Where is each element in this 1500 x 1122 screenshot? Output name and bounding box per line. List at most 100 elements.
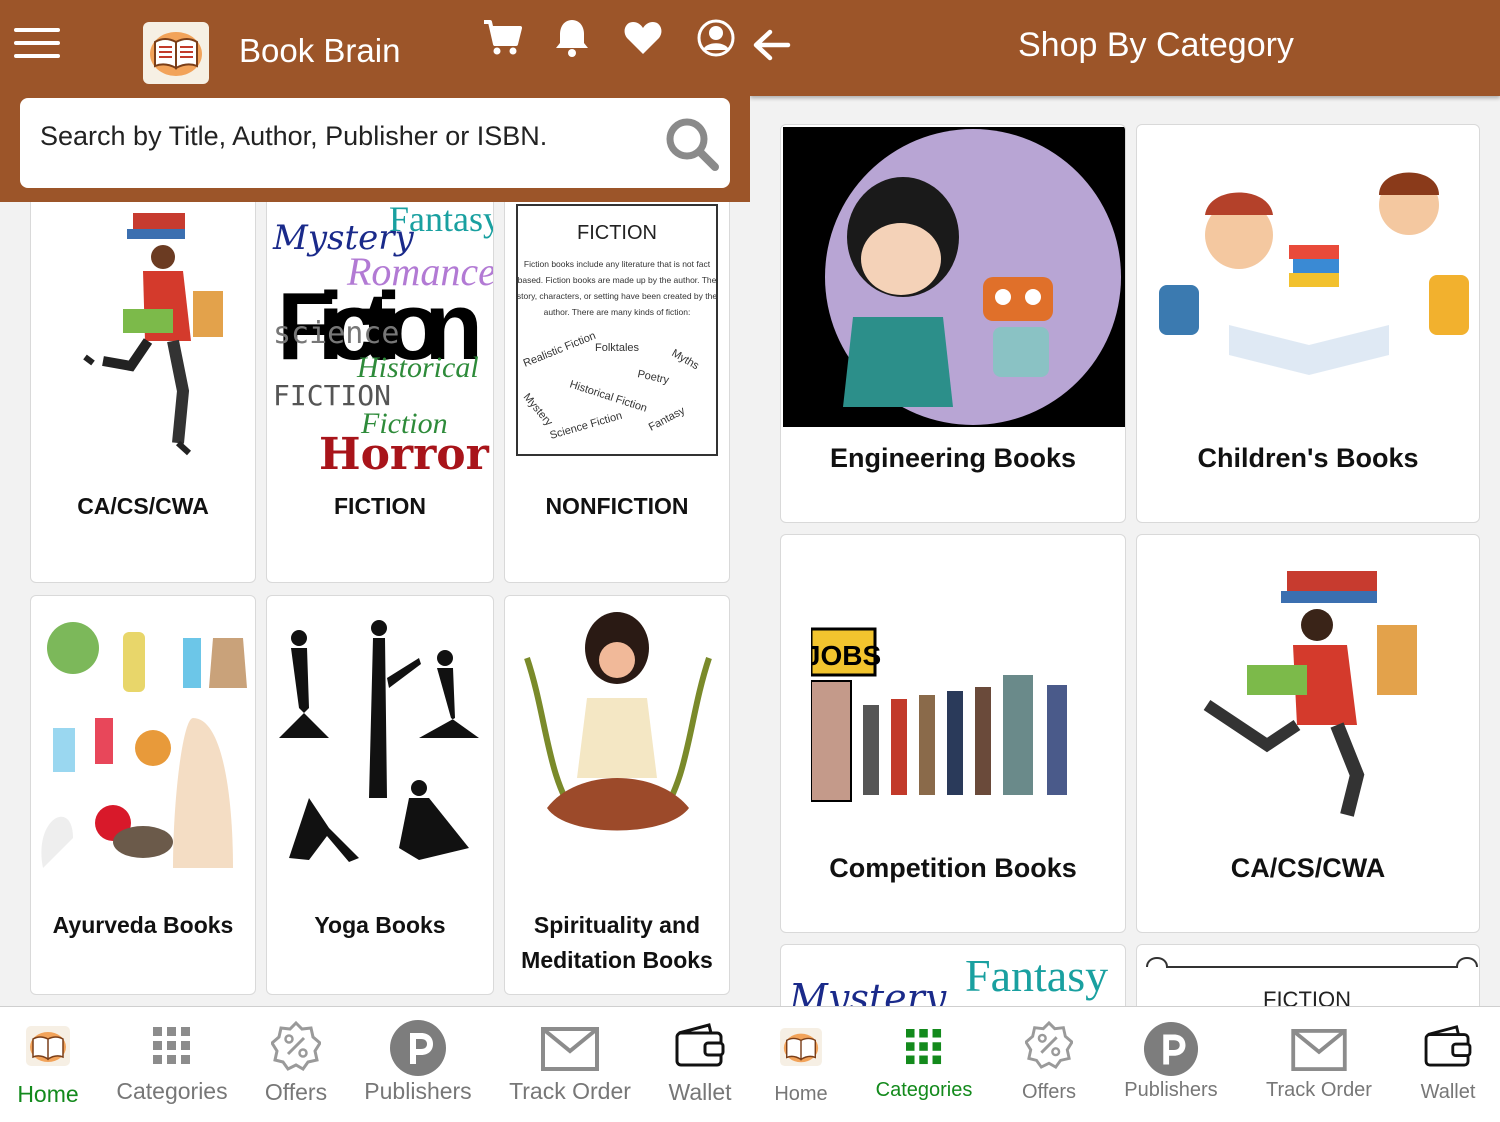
envelope-icon <box>1291 1029 1347 1071</box>
nav-label-track-order: Track Order <box>1266 1079 1372 1101</box>
category-card-ayurveda-books[interactable]: Ayurveda Books <box>30 595 256 995</box>
menu-icon[interactable] <box>14 28 60 62</box>
nonfiction-scroll-image: FICTION Fiction books include any litera… <box>516 204 718 456</box>
category-card-nonfiction-partial[interactable]: FICTION <box>1136 944 1480 1006</box>
grid-icon <box>153 1027 190 1064</box>
category-card-nonfiction[interactable]: FICTION Fiction books include any litera… <box>504 188 730 583</box>
category-card-spirituality-meditation-books[interactable]: Spirituality and Meditation Books <box>504 595 730 995</box>
nonfiction-art-kind-2: Folktales <box>595 342 640 354</box>
p-circle-icon <box>1143 1021 1199 1077</box>
ca-cs-cwa-illustration <box>83 213 223 456</box>
percent-badge-icon <box>271 1021 321 1071</box>
nav-publishers[interactable]: Publishers <box>1124 1007 1218 1122</box>
fiction-word-science: science <box>273 316 399 351</box>
nav-home[interactable]: Home <box>761 1007 841 1122</box>
nav-wallet[interactable]: Wallet <box>660 1007 740 1122</box>
category-card-yoga-books[interactable]: Yoga Books <box>266 595 494 995</box>
nav-label-home: Home <box>17 1081 79 1107</box>
nav-categories[interactable]: Categories <box>876 1007 972 1122</box>
category-label: Engineering Books <box>829 443 1077 473</box>
category-header: Shop By Category <box>750 0 1500 96</box>
nav-label-publishers: Publishers <box>364 1078 472 1104</box>
app-logo[interactable] <box>143 22 209 84</box>
engineering-illustration <box>783 127 1125 427</box>
envelope-icon <box>541 1027 599 1071</box>
nav-label-categories: Categories <box>875 1079 973 1101</box>
nav-track-order[interactable]: Track Order <box>509 1007 631 1122</box>
category-label: Ayurveda Books <box>52 912 234 938</box>
nav-label-categories: Categories <box>116 1078 228 1104</box>
nonfiction-art-body-3: story, characters, or setting have been … <box>517 291 717 301</box>
category-label: NONFICTION <box>545 493 689 519</box>
category-label: Yoga Books <box>314 912 446 938</box>
nav-track-order[interactable]: Track Order <box>1266 1007 1372 1122</box>
nav-offers[interactable]: Offers <box>256 1007 336 1122</box>
bottom-nav-left: Home Categories Offers Publishers Track … <box>0 1006 750 1122</box>
nonfiction-art-body-1: Fiction books include any literature tha… <box>524 259 711 269</box>
nonfiction-art-title: FICTION <box>577 222 657 244</box>
nonfiction-art-body-4: author. There are many kinds of fiction: <box>544 307 691 317</box>
fiction-partial-word-mystery: Mystery <box>788 976 947 1006</box>
jobs-sign: JOBS <box>811 640 881 671</box>
nonfiction-scroll-partial: FICTION <box>1146 957 1478 1006</box>
nav-wallet[interactable]: Wallet <box>1408 1007 1488 1122</box>
childrens-illustration <box>1159 172 1469 375</box>
category-label: Spirituality and <box>533 912 701 938</box>
nav-offers[interactable]: Offers <box>1009 1007 1089 1122</box>
app-header: Book Brain <box>0 0 750 202</box>
category-card-childrens-books[interactable]: Children's Books <box>1136 124 1480 523</box>
grid-icon <box>906 1029 942 1065</box>
category-label: Competition Books <box>829 853 1077 883</box>
cart-icon[interactable] <box>480 16 524 60</box>
category-card-engineering-books[interactable]: Engineering Books <box>780 124 1126 523</box>
back-arrow-icon[interactable] <box>750 22 794 68</box>
category-card-competition-books[interactable]: JOBS Competition Books <box>780 534 1126 933</box>
category-label: CA/CS/CWA <box>77 493 209 519</box>
yoga-poses-illustration <box>279 620 479 862</box>
search-box <box>20 98 730 188</box>
fiction-word-fantasy: Fantasy <box>389 199 493 239</box>
percent-badge-icon <box>1025 1021 1073 1069</box>
category-label: CA/CS/CWA <box>1230 853 1386 883</box>
book-logo-icon <box>780 1027 822 1067</box>
search-icon[interactable] <box>664 116 720 172</box>
category-label: Children's Books <box>1197 443 1419 473</box>
category-card-ca-cs-cwa[interactable]: CA/CS/CWA <box>30 188 256 583</box>
nav-label-offers: Offers <box>264 1079 328 1105</box>
wallet-icon <box>675 1023 725 1067</box>
wallet-icon <box>1424 1025 1472 1067</box>
app-title: Book Brain <box>239 32 401 69</box>
search-input[interactable] <box>40 116 660 156</box>
user-circle-icon[interactable] <box>694 16 738 60</box>
nav-label-track-order: Track Order <box>509 1078 631 1104</box>
left-pane: Book Brain Search by Title, Author, Publ… <box>0 0 750 1006</box>
right-pane: Shop By Category Engineering Books Child… <box>750 0 1500 1006</box>
fiction-word-horror: Horror <box>319 429 490 471</box>
category-label-line2: Meditation Books <box>521 947 713 973</box>
nav-categories[interactable]: Categories <box>116 1007 228 1122</box>
nav-label-publishers: Publishers <box>1124 1079 1218 1101</box>
nonfiction-partial-title: FICTION <box>1263 987 1351 1006</box>
ca-cs-cwa-illustration-right <box>1203 571 1417 817</box>
nav-publishers[interactable]: Publishers <box>364 1007 472 1122</box>
bell-icon[interactable] <box>550 16 594 60</box>
p-circle-icon <box>390 1020 446 1076</box>
category-label: FICTION <box>334 493 426 519</box>
category-card-fiction-partial[interactable]: Mystery Fantasy <box>780 944 1126 1006</box>
competition-illustration: JOBS <box>811 627 1067 802</box>
nav-label-home: Home <box>774 1083 828 1105</box>
bottom-nav-right: Home Categories Offers Publishers Track … <box>750 1006 1500 1122</box>
nav-label-wallet: Wallet <box>1420 1081 1476 1103</box>
nonfiction-art-body-2: based. Fiction books are made up by the … <box>518 275 717 285</box>
category-card-fiction[interactable]: Mystery Fantasy Romance Fiction science … <box>266 188 494 583</box>
ayurveda-illustration <box>41 622 247 868</box>
nav-home[interactable]: Home <box>8 1007 88 1122</box>
category-card-ca-cs-cwa-right[interactable]: CA/CS/CWA <box>1136 534 1480 933</box>
fiction-partial-word-fantasy: Fantasy <box>965 950 1108 1001</box>
book-logo-icon <box>26 1026 70 1066</box>
heart-icon[interactable] <box>621 16 665 60</box>
page-title: Shop By Category <box>1018 26 1294 64</box>
meditation-illustration <box>524 612 712 831</box>
fiction-word-cloud-image: Mystery Fantasy Romance Fiction science … <box>272 199 493 471</box>
nav-label-offers: Offers <box>1021 1081 1077 1103</box>
